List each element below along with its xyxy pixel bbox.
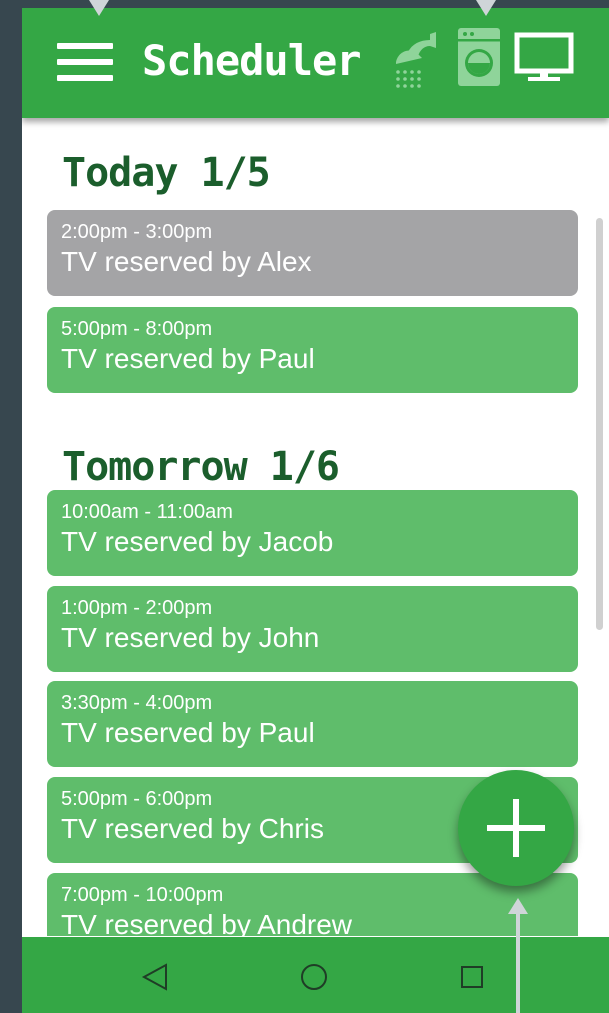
section-title-tomorrow: Tomorrow 1/6	[62, 444, 340, 490]
back-triangle-icon[interactable]	[136, 957, 176, 997]
reservation-time: 5:00pm - 8:00pm	[61, 318, 213, 340]
reservation-time: 1:00pm - 2:00pm	[61, 597, 213, 619]
washer-icon[interactable]	[456, 26, 502, 88]
app-title: Scheduler	[142, 36, 362, 85]
recents-square-icon[interactable]	[452, 957, 492, 997]
tv-icon[interactable]	[514, 32, 574, 84]
reservation-time: 3:30pm - 4:00pm	[61, 692, 213, 714]
menu-icon-line	[57, 43, 113, 49]
reservation-label: TV reserved by Paul	[61, 717, 315, 748]
menu-icon-line	[57, 75, 113, 81]
reservation-label: TV reserved by Andrew	[61, 909, 353, 936]
plus-icon	[513, 799, 519, 857]
reservation-card[interactable]: 1:00pm - 2:00pm TV reserved by John	[47, 586, 578, 672]
reservation-label: TV reserved by John	[61, 622, 320, 653]
left-border	[0, 0, 22, 1013]
reservation-label: TV reserved by Jacob	[61, 526, 334, 557]
reservation-time: 10:00am - 11:00am	[61, 501, 233, 523]
scrollbar[interactable]	[596, 218, 603, 630]
annotation-arrowhead-menu	[89, 0, 109, 16]
app-bar: Scheduler	[22, 8, 609, 118]
annotation-arrowhead-devices	[476, 0, 496, 16]
system-nav-bar	[22, 937, 609, 1013]
reservation-card[interactable]: 2:00pm - 3:00pm TV reserved by Alex	[47, 210, 578, 296]
section-title-today: Today 1/5	[62, 150, 271, 196]
reservation-label: TV reserved by Paul	[61, 343, 315, 374]
menu-icon-line	[57, 59, 113, 65]
reservation-label: TV reserved by Alex	[61, 246, 312, 277]
add-reservation-button[interactable]	[458, 770, 574, 886]
reservation-card[interactable]: 5:00pm - 8:00pm TV reserved by Paul	[47, 307, 578, 393]
reservation-time: 7:00pm - 10:00pm	[61, 884, 224, 906]
home-circle-icon[interactable]	[294, 957, 334, 997]
annotation-arrow-fab	[516, 912, 520, 1013]
reservation-time: 2:00pm - 3:00pm	[61, 221, 213, 243]
menu-button[interactable]	[55, 40, 115, 84]
shower-icon[interactable]	[390, 28, 440, 88]
reservation-card[interactable]: 10:00am - 11:00am TV reserved by Jacob	[47, 490, 578, 576]
reservation-card[interactable]: 3:30pm - 4:00pm TV reserved by Paul	[47, 681, 578, 767]
phone-screen: Scheduler Today 1/5 2:00pm - 3:00pm TV r…	[22, 8, 609, 1013]
